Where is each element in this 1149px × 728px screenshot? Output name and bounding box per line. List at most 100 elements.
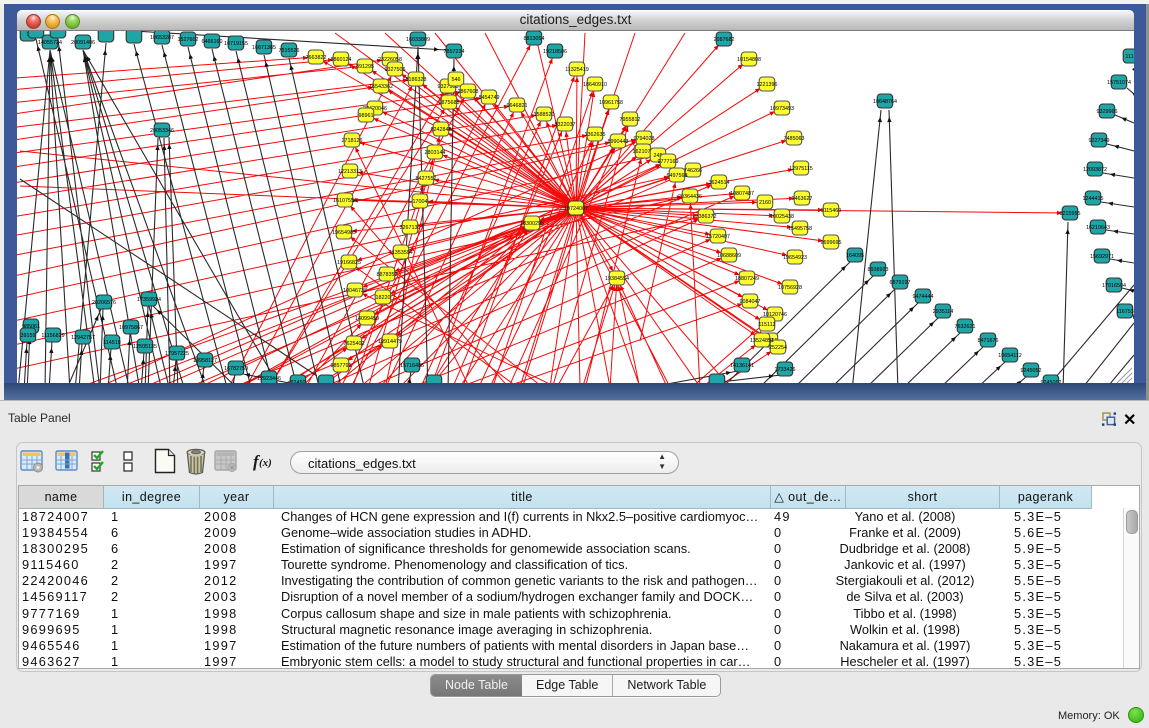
svg-text:7485063: 7485063 — [784, 136, 805, 142]
svg-text:(x): (x) — [259, 457, 272, 469]
svg-text:17957225: 17957225 — [165, 351, 189, 357]
svg-text:12093872: 12093872 — [1083, 167, 1107, 173]
svg-text:8813054: 8813054 — [524, 36, 545, 42]
svg-text:1733426: 1733426 — [775, 367, 796, 373]
svg-text:8860124: 8860124 — [331, 57, 352, 63]
svg-text:12213313: 12213313 — [338, 169, 362, 175]
svg-text:9242848: 9242848 — [431, 127, 452, 133]
svg-text:116753: 116753 — [1116, 309, 1134, 315]
svg-text:6497568: 6497568 — [667, 173, 688, 179]
svg-text:891295: 891295 — [356, 64, 374, 70]
svg-text:9329966: 9329966 — [1097, 109, 1118, 115]
svg-text:17004: 17004 — [413, 199, 428, 205]
svg-text:16782759: 16782759 — [224, 366, 248, 372]
svg-text:9115460: 9115460 — [821, 208, 842, 214]
svg-text:20206576: 20206576 — [92, 300, 116, 306]
svg-text:1527602: 1527602 — [178, 37, 199, 43]
svg-text:9699695: 9699695 — [821, 240, 842, 246]
svg-text:9084047: 9084047 — [740, 299, 761, 305]
svg-text:15751074: 15751074 — [1107, 80, 1131, 86]
svg-text:16033809: 16033809 — [406, 37, 430, 43]
svg-text:16671385: 16671385 — [252, 45, 276, 51]
svg-text:14136141: 14136141 — [730, 363, 754, 369]
svg-text:1221396: 1221396 — [757, 82, 778, 88]
svg-text:2160: 2160 — [759, 200, 771, 206]
svg-text:8938923: 8938923 — [868, 267, 889, 273]
svg-text:10046738: 10046738 — [343, 288, 367, 294]
svg-text:10807487: 10807487 — [730, 191, 754, 197]
svg-text:8990443: 8990443 — [608, 139, 629, 145]
svg-text:7515526: 7515526 — [279, 48, 300, 54]
svg-text:11325419: 11325419 — [565, 67, 589, 73]
svg-text:14099459: 14099459 — [355, 316, 379, 322]
svg-text:9794028: 9794028 — [634, 136, 655, 142]
svg-text:252254: 252254 — [769, 345, 787, 351]
svg-text:13524851: 13524851 — [750, 338, 774, 344]
svg-text:12505135: 12505135 — [133, 344, 157, 350]
svg-text:92450: 92450 — [291, 380, 306, 383]
svg-text:10756928: 10756928 — [778, 285, 802, 291]
svg-text:39159: 39159 — [21, 333, 36, 339]
svg-text:546: 546 — [452, 77, 461, 83]
svg-text:164095: 164095 — [846, 253, 864, 259]
svg-text:115112: 115112 — [758, 322, 775, 328]
svg-text:19218506: 19218506 — [543, 49, 567, 55]
svg-text:10958127: 10958127 — [193, 358, 217, 364]
svg-text:11156829: 11156829 — [41, 333, 64, 339]
svg-text:15716485: 15716485 — [400, 363, 424, 369]
svg-text:9227349: 9227349 — [1089, 138, 1110, 144]
svg-text:19166825: 19166825 — [337, 260, 361, 266]
svg-text:6466160: 6466160 — [202, 39, 223, 45]
svg-text:19384554: 19384554 — [605, 276, 629, 282]
svg-text:10973493: 10973493 — [770, 106, 794, 112]
svg-text:10154808: 10154808 — [737, 57, 761, 63]
svg-text:2935114: 2935114 — [933, 309, 954, 315]
svg-text:7625402: 7625402 — [344, 341, 365, 347]
svg-text:8215955: 8215955 — [1060, 211, 1081, 217]
svg-text:9327505: 9327505 — [385, 67, 406, 73]
svg-text:10961758: 10961758 — [599, 100, 623, 106]
svg-text:7955812: 7955812 — [620, 117, 641, 123]
svg-text:16210643: 16210643 — [1086, 225, 1110, 231]
svg-text:10654112: 10654112 — [998, 353, 1022, 359]
svg-text:7663822: 7663822 — [306, 55, 327, 61]
svg-text:7857224: 7857224 — [444, 49, 465, 55]
svg-text:16107554: 16107554 — [333, 198, 357, 204]
svg-text:1117: 1117 — [1125, 54, 1134, 60]
svg-text:8186328: 8186328 — [406, 77, 427, 83]
svg-text:8322037: 8322037 — [555, 122, 576, 128]
svg-text:3624514: 3624514 — [709, 180, 730, 186]
svg-text:10653287: 10653287 — [150, 35, 174, 41]
svg-text:2087682: 2087682 — [714, 37, 735, 43]
svg-text:9857791: 9857791 — [331, 363, 352, 369]
svg-text:7386372: 7386372 — [696, 214, 717, 220]
svg-text:2867608: 2867608 — [458, 89, 479, 95]
svg-text:19914479: 19914479 — [378, 339, 402, 345]
svg-text:1244415: 1244415 — [1083, 196, 1104, 202]
svg-text:18640910: 18640910 — [583, 82, 607, 88]
svg-text:18807249: 18807249 — [735, 276, 759, 282]
svg-text:9245052: 9245052 — [1041, 380, 1062, 383]
svg-text:114519: 114519 — [103, 340, 121, 346]
svg-text:12923446: 12923446 — [257, 376, 281, 382]
svg-text:17359924: 17359924 — [137, 297, 161, 303]
svg-text:10688609: 10688609 — [717, 253, 741, 259]
svg-text:15495758: 15495758 — [788, 226, 812, 232]
svg-text:12942757: 12942757 — [71, 335, 95, 341]
svg-text:20364436: 20364436 — [678, 194, 702, 200]
svg-text:9777169: 9777169 — [658, 159, 679, 165]
svg-text:8454749: 8454749 — [479, 95, 500, 101]
svg-text:8878352: 8878352 — [377, 272, 398, 278]
svg-text:10648764: 10648764 — [873, 99, 897, 105]
svg-text:18724007: 18724007 — [564, 206, 588, 212]
svg-text:9875685: 9875685 — [439, 100, 460, 106]
svg-text:10025438: 10025438 — [770, 214, 794, 220]
svg-text:18300295: 18300295 — [520, 221, 544, 227]
svg-text:9474444: 9474444 — [913, 294, 934, 300]
svg-text:18220: 18220 — [376, 295, 391, 301]
svg-text:12975115: 12975115 — [789, 166, 813, 172]
svg-text:10975867: 10975867 — [119, 325, 143, 331]
svg-text:15692971: 15692971 — [1090, 254, 1114, 260]
svg-text:10719155: 10719155 — [224, 41, 248, 47]
svg-text:9646821: 9646821 — [507, 103, 528, 109]
